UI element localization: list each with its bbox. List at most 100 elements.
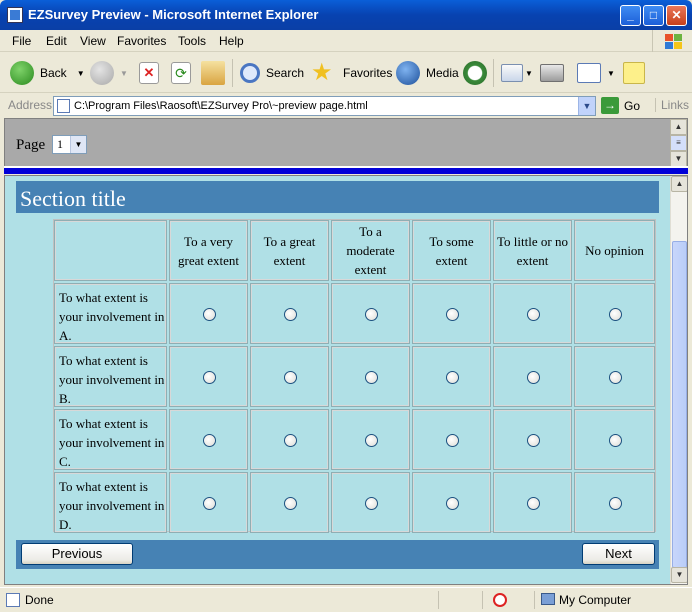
radio-a-6[interactable] [608, 307, 622, 321]
address-label: Address [8, 98, 53, 112]
radio-d-1[interactable] [202, 496, 216, 510]
media-button[interactable]: Media [396, 59, 459, 87]
home-button[interactable] [201, 59, 231, 87]
history-icon [463, 61, 487, 85]
scroll-thumb[interactable] [672, 241, 687, 568]
search-icon [240, 63, 260, 83]
stop-button[interactable]: ✕ [139, 59, 165, 87]
mail-dropdown-icon[interactable]: ▼ [525, 69, 533, 78]
column-header: To a moderate extent [331, 220, 410, 281]
scroll-up-icon[interactable]: ▲ [671, 176, 687, 192]
frame-divider [4, 168, 688, 174]
next-button[interactable]: Next [582, 543, 655, 565]
edit-button[interactable]: ▼ [577, 59, 615, 87]
menu-help[interactable]: Help [219, 34, 244, 48]
answer-cell [412, 409, 491, 470]
menu-favorites[interactable]: Favorites [117, 34, 166, 48]
answer-cell [331, 472, 410, 533]
status-bar: Done My Computer [0, 587, 692, 612]
column-header: To some extent [412, 220, 491, 281]
radio-b-4[interactable] [445, 370, 459, 384]
edit-dropdown-icon[interactable]: ▼ [607, 69, 615, 78]
search-button[interactable]: Search [240, 59, 304, 87]
frame-scrollbar[interactable]: ▲ ≡ ▼ [670, 119, 687, 167]
security-zone: My Computer [534, 591, 692, 609]
radio-d-2[interactable] [283, 496, 297, 510]
menu-tools[interactable]: Tools [178, 34, 206, 48]
radio-d-4[interactable] [445, 496, 459, 510]
radio-d-3[interactable] [364, 496, 378, 510]
forward-button[interactable]: ▼ [90, 59, 128, 87]
answer-cell [574, 472, 655, 533]
column-header: To a great extent [250, 220, 329, 281]
scroll-down-icon[interactable]: ▼ [671, 567, 687, 583]
row-label: To what extent is your involvement in B. [54, 346, 167, 407]
scroll-up-icon[interactable]: ▲ [670, 119, 687, 135]
refresh-button[interactable]: ⟳ [171, 59, 197, 87]
scroll-down-icon[interactable]: ▼ [670, 151, 687, 167]
radio-a-3[interactable] [364, 307, 378, 321]
forward-dropdown-icon[interactable]: ▼ [120, 69, 128, 78]
maximize-button[interactable]: □ [643, 5, 664, 26]
radio-b-5[interactable] [526, 370, 540, 384]
back-button[interactable]: Back ▼ [10, 59, 85, 87]
radio-a-5[interactable] [526, 307, 540, 321]
minimize-button[interactable]: _ [620, 5, 641, 26]
column-header: To a very great extent [169, 220, 248, 281]
address-input[interactable]: C:\Program Files\Raosoft\EZSurvey Pro\~p… [53, 96, 596, 116]
windows-logo-icon [652, 30, 688, 52]
page-nav-frame: Page 1 ▼ ▲ ≡ ▼ [4, 118, 688, 168]
radio-c-2[interactable] [283, 433, 297, 447]
radio-a-1[interactable] [202, 307, 216, 321]
radio-a-4[interactable] [445, 307, 459, 321]
stop-icon: ✕ [139, 62, 159, 84]
row-label: To what extent is your involvement in A. [54, 283, 167, 344]
mail-button[interactable]: ▼ [501, 59, 533, 87]
radio-a-2[interactable] [283, 307, 297, 321]
favorites-button[interactable]: ★ Favorites [311, 59, 392, 87]
search-label: Search [266, 66, 305, 80]
radio-d-5[interactable] [526, 496, 540, 510]
row-label: To what extent is your involvement in C. [54, 409, 167, 470]
mail-icon [501, 64, 523, 82]
radio-b-2[interactable] [283, 370, 297, 384]
radio-c-3[interactable] [364, 433, 378, 447]
previous-button[interactable]: Previous [21, 543, 133, 565]
menu-edit[interactable]: Edit [46, 34, 67, 48]
refresh-icon: ⟳ [171, 62, 191, 84]
back-arrow-icon [10, 61, 34, 85]
radio-b-3[interactable] [364, 370, 378, 384]
discuss-button[interactable] [623, 59, 651, 87]
menu-view[interactable]: View [80, 34, 106, 48]
survey-scrollbar[interactable]: ▲ ▼ [670, 176, 687, 584]
radio-b-6[interactable] [608, 370, 622, 384]
answer-cell [331, 283, 410, 344]
radio-c-1[interactable] [202, 433, 216, 447]
close-button[interactable]: ✕ [666, 5, 687, 26]
menu-file[interactable]: File [12, 34, 31, 48]
zone-label: My Computer [559, 593, 632, 607]
row-label: To what extent is your involvement in D. [54, 472, 167, 533]
answer-cell [574, 409, 655, 470]
media-label: Media [426, 66, 459, 80]
radio-c-5[interactable] [526, 433, 540, 447]
address-url: C:\Program Files\Raosoft\EZSurvey Pro\~p… [74, 100, 368, 112]
radio-d-6[interactable] [608, 496, 622, 510]
radio-c-6[interactable] [608, 433, 622, 447]
radio-c-4[interactable] [445, 433, 459, 447]
page-select[interactable]: 1 ▼ [52, 135, 87, 154]
answer-cell [331, 346, 410, 407]
go-button[interactable]: → Go [601, 97, 640, 114]
star-icon: ★ [311, 59, 333, 86]
scroll-thumb[interactable]: ≡ [670, 135, 687, 151]
answer-cell [250, 472, 329, 533]
address-dropdown-icon[interactable]: ▼ [578, 97, 595, 115]
history-button[interactable] [463, 59, 493, 87]
ie-page-icon [7, 7, 23, 23]
note-icon [623, 62, 645, 84]
back-dropdown-icon[interactable]: ▼ [77, 69, 85, 78]
links-toolbar[interactable]: Links [655, 98, 689, 112]
print-button[interactable] [540, 59, 570, 87]
answer-cell [250, 346, 329, 407]
radio-b-1[interactable] [202, 370, 216, 384]
